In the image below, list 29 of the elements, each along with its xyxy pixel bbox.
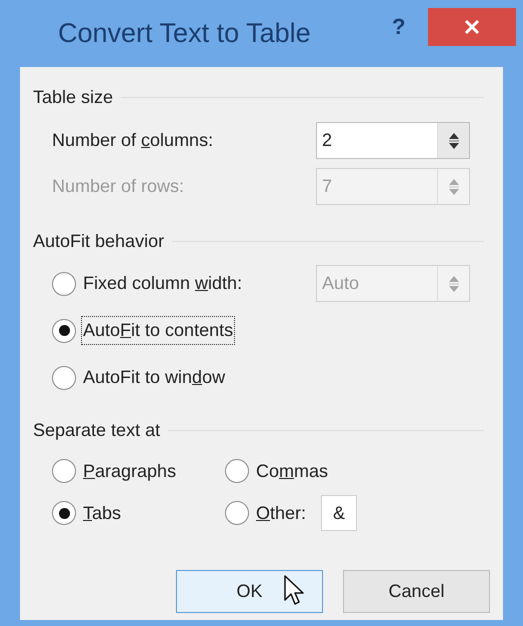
radio-button[interactable] [52, 366, 76, 390]
mouse-pointer-icon [284, 575, 306, 607]
radio-button[interactable] [52, 459, 76, 483]
radio-button[interactable] [52, 501, 76, 525]
radio-button[interactable] [52, 272, 76, 296]
dialog-button[interactable]: OK [176, 570, 323, 613]
option-label: AutoFit to window [82, 366, 226, 389]
radio-button[interactable] [225, 501, 249, 525]
option-label: Tabs [82, 502, 122, 524]
field-label: Number of rows: [52, 175, 186, 198]
radio-button[interactable] [225, 459, 249, 483]
spin-arrows-icon[interactable] [448, 130, 460, 150]
radio-button[interactable] [52, 318, 76, 342]
text-field[interactable]: & [321, 495, 358, 531]
number-spinner[interactable]: 2 [316, 122, 470, 159]
close-icon [464, 19, 480, 35]
group-heading: Separate text at [33, 418, 160, 442]
group-heading: AutoFit behavior [33, 230, 164, 252]
dialog-button[interactable]: Cancel [343, 570, 490, 613]
option-label: Commas [255, 460, 330, 482]
option-label: Paragraphs [82, 460, 178, 483]
close-button[interactable] [428, 8, 516, 46]
option-label: Fixed column width: [82, 272, 244, 295]
window-title: Convert Text to Table [58, 17, 311, 50]
option-label: AutoFit to contents [82, 317, 234, 344]
group-heading: Table size [33, 86, 114, 108]
help-button[interactable]: ? [392, 10, 406, 43]
option-label: Other: [255, 502, 308, 524]
field-label: Number of columns: [52, 129, 214, 152]
